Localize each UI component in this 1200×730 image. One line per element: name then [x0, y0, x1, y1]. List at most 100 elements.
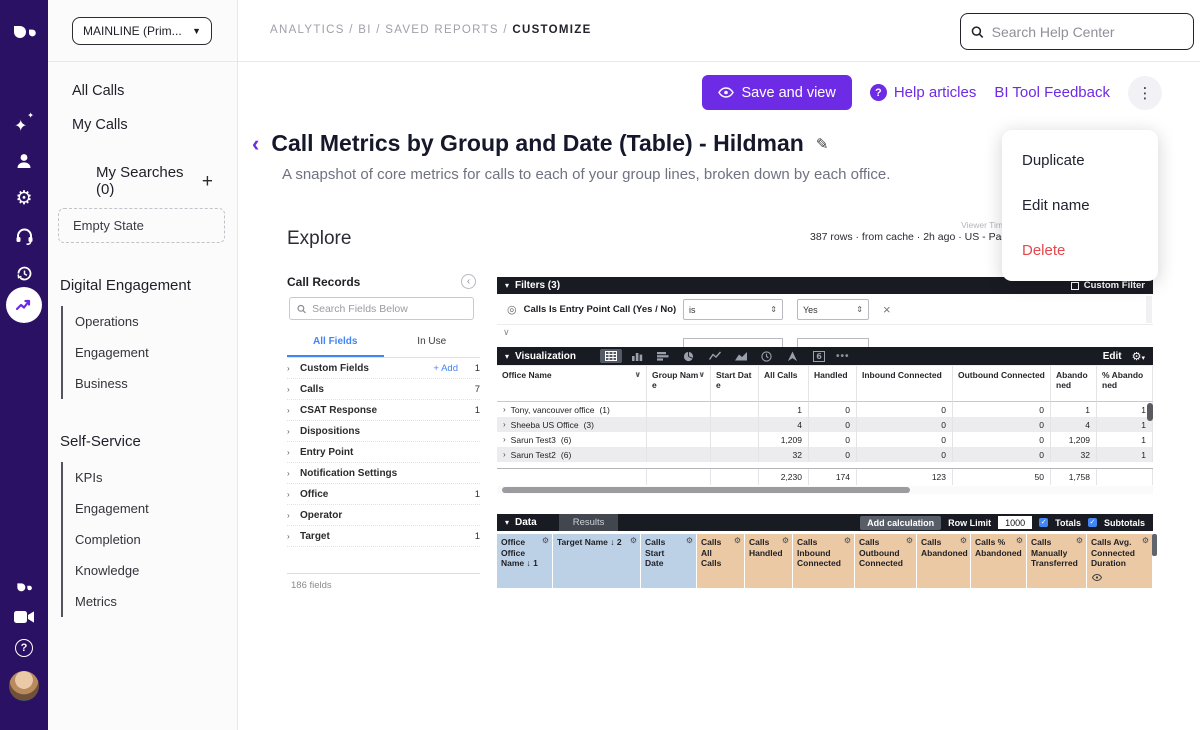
field-chip-measure[interactable]: Calls Avg. Connected Duration⚙ — [1087, 534, 1153, 588]
filters-scrollbar[interactable] — [1146, 296, 1152, 323]
viz-line-chart-icon[interactable] — [704, 349, 726, 363]
support-headset-icon[interactable] — [0, 225, 48, 247]
field-group-row[interactable]: ›Notification Settings — [287, 463, 480, 484]
viz-column-chart-icon[interactable] — [626, 349, 648, 363]
column-header[interactable]: % Abandoned — [1097, 366, 1153, 402]
sidebar-item-operations[interactable]: Operations — [75, 306, 237, 337]
analytics-icon[interactable] — [6, 287, 42, 323]
table-row[interactable]: ›Sheeba US Office(3)400041 — [497, 417, 1153, 432]
field-chip-dimension[interactable]: Target Name ↓ 2⚙ — [553, 534, 641, 588]
breadcrumb-item[interactable]: BI — [358, 24, 371, 36]
column-caret-icon[interactable]: ∨ — [699, 370, 706, 379]
sidebar-item-metrics[interactable]: Metrics — [75, 586, 237, 617]
custom-filter-checkbox[interactable] — [1071, 282, 1079, 290]
sidebar-item-business[interactable]: Business — [75, 368, 237, 399]
expand-arrow-icon[interactable]: › — [287, 490, 300, 499]
hidden-field-eye-icon[interactable] — [1092, 573, 1102, 584]
field-chip-measure[interactable]: Calls Handled⚙ — [745, 534, 793, 588]
field-group-row[interactable]: ›Operator — [287, 505, 480, 526]
gear-icon[interactable]: ⚙ — [1076, 536, 1083, 546]
viz-more-icon[interactable]: ••• — [836, 351, 850, 362]
sidebar-item-all-calls[interactable]: All Calls — [72, 74, 237, 108]
column-caret-icon[interactable]: ∨ — [635, 370, 642, 379]
field-group-row[interactable]: ›CSAT Response1 — [287, 400, 480, 421]
column-header[interactable]: All Calls — [759, 366, 809, 402]
column-header[interactable]: Office Name∨ — [497, 366, 647, 402]
gear-icon[interactable]: ⚙ — [542, 536, 549, 546]
breadcrumb-item[interactable]: CUSTOMIZE — [512, 24, 591, 36]
table-row[interactable]: ›Sarun Test3(6)1,2090001,2091 — [497, 432, 1153, 447]
field-group-row[interactable]: ›Target1 — [287, 526, 480, 547]
column-header[interactable]: Outbound Connected — [953, 366, 1051, 402]
table-horizontal-scrollbar[interactable] — [497, 486, 1153, 494]
gear-icon[interactable]: ⚙ — [734, 536, 741, 546]
sidebar-item-kpis[interactable]: KPIs — [75, 462, 237, 493]
help-search-box[interactable] — [960, 13, 1194, 50]
column-header[interactable]: Group Name∨ — [647, 366, 711, 402]
expand-arrow-icon[interactable]: › — [287, 448, 300, 457]
field-chip-measure[interactable]: Calls % Abandoned⚙ — [971, 534, 1027, 588]
subtotals-checkbox[interactable]: ✓ — [1088, 518, 1097, 527]
remove-filter-button[interactable]: × — [883, 302, 891, 317]
field-group-row[interactable]: ›Entry Point — [287, 442, 480, 463]
add-calculation-button[interactable]: Add calculation — [860, 516, 941, 530]
expand-arrow-icon[interactable]: › — [287, 385, 300, 394]
gear-icon[interactable]: ⚙ — [1142, 536, 1149, 546]
add-field-link[interactable]: + Add — [433, 363, 458, 374]
field-group-row[interactable]: ›Dispositions — [287, 421, 480, 442]
gear-icon[interactable]: ⚙ — [844, 536, 851, 546]
sidebar-item-engagement[interactable]: Engagement — [75, 493, 237, 524]
expand-row-icon[interactable]: › — [503, 435, 506, 444]
user-avatar[interactable] — [0, 670, 48, 702]
back-button[interactable]: ‹ — [252, 133, 259, 155]
tab-in-use[interactable]: In Use — [384, 330, 481, 357]
gear-icon[interactable]: ⚙ — [630, 536, 637, 546]
viz-pie-chart-icon[interactable] — [678, 349, 700, 363]
row-limit-input[interactable] — [998, 516, 1032, 529]
filter-operator-select[interactable]: is ⇕ — [683, 299, 783, 320]
tab-all-fields[interactable]: All Fields — [287, 330, 384, 357]
viz-area-chart-icon[interactable] — [730, 349, 752, 363]
breadcrumb-item[interactable]: SAVED REPORTS — [385, 24, 499, 36]
field-group-row[interactable]: ›Custom Fields+ Add1 — [287, 358, 480, 379]
expand-row-icon[interactable]: › — [503, 450, 506, 459]
menu-item-duplicate[interactable]: Duplicate — [1002, 138, 1158, 183]
collapse-panel-button[interactable]: ‹ — [461, 274, 476, 289]
contacts-icon[interactable] — [0, 150, 48, 172]
data-section-bar[interactable]: ▾ Data Results Add calculation Row Limit… — [497, 514, 1153, 531]
more-options-button[interactable]: ⋮ — [1128, 76, 1162, 110]
field-chip-measure[interactable]: Calls All Calls⚙ — [697, 534, 745, 588]
gear-icon[interactable]: ⚙ — [1016, 536, 1023, 546]
gear-icon[interactable]: ⚙ — [960, 536, 967, 546]
help-articles-link[interactable]: ? Help articles — [870, 84, 977, 101]
add-search-button[interactable]: + — [202, 172, 213, 191]
expand-row-icon[interactable]: › — [503, 405, 506, 414]
expand-row-icon[interactable]: › — [503, 420, 506, 429]
table-row[interactable]: ›Sarun Test2(6)32000321 — [497, 447, 1153, 462]
table-row[interactable]: ›Tony, vancouver office(1)100011 — [497, 402, 1153, 417]
field-chip-measure[interactable]: Calls Manually Transferred⚙ — [1027, 534, 1087, 588]
viz-bar-chart-icon[interactable] — [652, 349, 674, 363]
expand-arrow-icon[interactable]: › — [287, 427, 300, 436]
viz-settings-button[interactable]: ⚙▾ — [1132, 350, 1145, 363]
totals-checkbox[interactable]: ✓ — [1039, 518, 1048, 527]
expand-arrow-icon[interactable]: › — [287, 511, 300, 520]
viz-clock-icon[interactable] — [756, 349, 778, 363]
breadcrumb-item[interactable]: ANALYTICS — [270, 24, 345, 36]
help-icon[interactable]: ? — [0, 638, 48, 658]
save-and-view-button[interactable]: Save and view — [702, 75, 852, 110]
visualization-section-bar[interactable]: ▾ Visualization 6 ••• Edit ⚙▾ — [497, 347, 1153, 365]
sidebar-item-completion[interactable]: Completion — [75, 524, 237, 555]
expand-filters-icon[interactable]: ∨ — [503, 327, 510, 338]
ai-sparkles-icon[interactable]: ✦✦ — [0, 112, 48, 134]
viz-map-icon[interactable] — [782, 349, 804, 363]
dialpad-logo-icon[interactable] — [0, 16, 48, 44]
dialpad-mini-icon[interactable] — [0, 578, 48, 594]
edit-title-icon[interactable]: ✎ — [816, 135, 829, 153]
column-header[interactable]: Abandoned — [1051, 366, 1097, 402]
results-tab[interactable]: Results — [559, 514, 619, 531]
viz-single-value-icon[interactable]: 6 — [808, 349, 830, 363]
expand-arrow-icon[interactable]: › — [287, 364, 300, 373]
column-header[interactable]: Inbound Connected — [857, 366, 953, 402]
menu-item-edit-name[interactable]: Edit name — [1002, 183, 1158, 228]
